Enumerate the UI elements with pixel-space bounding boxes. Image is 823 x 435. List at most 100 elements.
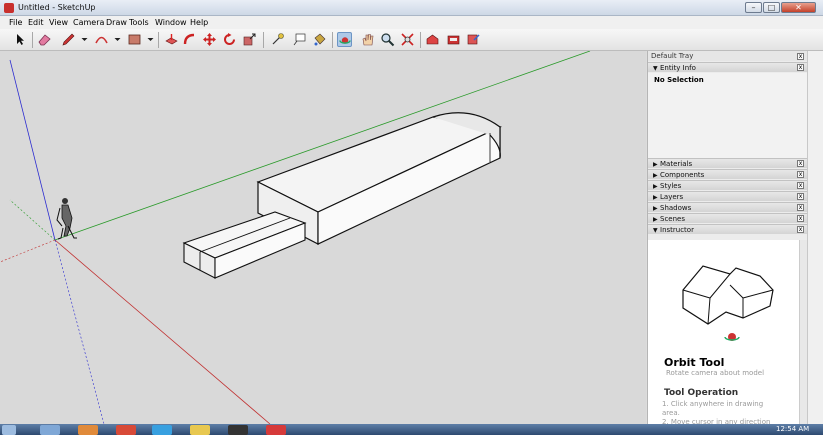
tray-close-icon[interactable]: x [797, 53, 804, 60]
panel-label: Instructor [660, 226, 694, 234]
chrome-icon[interactable] [116, 425, 136, 435]
panel-label: Entity Info [660, 64, 696, 72]
paint-bucket-tool-icon[interactable] [312, 32, 327, 47]
zoom-tool-icon[interactable] [380, 32, 395, 47]
tray-title: Default Tray [648, 51, 808, 61]
panel-close-icon[interactable]: x [797, 171, 804, 178]
blue-axis [9, 59, 56, 241]
terminal-icon[interactable] [228, 425, 248, 435]
panel-layers[interactable]: ▶ Layers [648, 191, 808, 201]
follow-me-tool-icon[interactable] [182, 32, 197, 47]
panel-shadows[interactable]: ▶ Shadows [648, 202, 808, 212]
panel-close-icon[interactable]: x [797, 215, 804, 222]
panel-close-icon[interactable]: x [797, 160, 804, 167]
instructor-step: 1. Click anywhere in drawing [662, 400, 764, 408]
blue-axis-dashed [54, 239, 105, 424]
menu-window[interactable]: Window [155, 18, 187, 27]
media-icon[interactable] [78, 425, 98, 435]
panel-components[interactable]: ▶ Components [648, 169, 808, 179]
component-warehouse-icon[interactable] [446, 32, 461, 47]
maximize-button[interactable]: □ [763, 2, 780, 13]
rectangle-tool-icon[interactable] [127, 32, 142, 47]
red-axis-dashed [0, 239, 56, 263]
arc-tool-icon[interactable] [94, 32, 109, 47]
pencil-tool-icon[interactable] [61, 32, 76, 47]
rotate-tool-icon[interactable] [222, 32, 237, 47]
text-tool-icon[interactable] [292, 32, 307, 47]
instructor-title: Orbit Tool [664, 356, 725, 369]
instructor-operation-heading: Tool Operation [664, 388, 739, 398]
menu-tools[interactable]: Tools [129, 18, 149, 27]
panel-label: Materials [660, 160, 693, 168]
pencil-dropdown-icon[interactable] [77, 32, 88, 47]
toolbar-separator [32, 32, 33, 48]
panel-label: Components [660, 171, 705, 179]
panel-scenes[interactable]: ▶ Scenes [648, 213, 808, 223]
toolbar-separator [158, 32, 159, 48]
panel-close-icon[interactable]: x [797, 182, 804, 189]
default-tray: Default Tray x ▼ Entity Info x No Selecti… [647, 51, 808, 426]
push-pull-tool-icon[interactable] [164, 32, 179, 47]
taskbar: 12:54 AM [0, 424, 823, 435]
instructor-step: area. [662, 409, 680, 417]
pan-tool-icon[interactable] [360, 32, 375, 47]
app-icon [4, 3, 14, 13]
menu-draw[interactable]: Draw [106, 18, 127, 27]
orbit-illustration [682, 265, 774, 341]
panel-materials[interactable]: ▶ Materials [648, 158, 808, 168]
component-house-icon[interactable] [425, 32, 440, 47]
panel-label: Layers [660, 193, 684, 201]
window-title: Untitled - SketchUp [18, 3, 96, 12]
panel-close-icon[interactable]: x [797, 226, 804, 233]
entity-info-body: No Selection [648, 73, 808, 161]
folder-icon[interactable] [190, 425, 210, 435]
title-bar: Untitled - SketchUp – □ ✕ [0, 0, 823, 16]
menu-file[interactable]: File [9, 18, 22, 27]
move-tool-icon[interactable] [202, 32, 217, 47]
model-front-slab[interactable] [182, 211, 307, 279]
toolbar-separator [332, 32, 333, 48]
instructor-body: Orbit Tool Rotate camera about model Too… [648, 240, 799, 426]
rectangle-dropdown-icon[interactable] [143, 32, 154, 47]
green-axis-dashed [9, 199, 56, 241]
sketchup-window: Untitled - SketchUp – □ ✕ File Edit View… [0, 0, 823, 435]
toolbar-separator [263, 32, 264, 48]
eraser-tool-icon[interactable] [37, 32, 52, 47]
menu-view[interactable]: View [49, 18, 68, 27]
orbit-tool-icon[interactable] [337, 32, 352, 47]
explorer-icon[interactable] [40, 425, 60, 435]
select-tool-icon[interactable] [13, 32, 28, 47]
chevron-down-icon: ▼ [653, 227, 658, 234]
panel-label: Styles [660, 182, 682, 190]
main-toolbar [0, 29, 823, 51]
taskbar-clock: 12:54 AM [776, 425, 810, 433]
zoom-extents-tool-icon[interactable] [400, 32, 415, 47]
drawing-area[interactable] [0, 51, 646, 424]
panel-close-icon[interactable]: x [797, 204, 804, 211]
scale-figure[interactable] [56, 198, 77, 240]
instructor-subtitle: Rotate camera about model [666, 369, 765, 377]
start-orb-icon[interactable] [2, 425, 16, 435]
menu-camera[interactable]: Camera [73, 18, 104, 27]
selection-status: No Selection [654, 76, 704, 84]
toolbar-separator [420, 32, 421, 48]
menu-bar: File Edit View Camera Draw Tools Window … [0, 16, 823, 29]
minimize-button[interactable]: – [745, 2, 762, 13]
panel-label: Scenes [660, 215, 685, 223]
sketchup-taskbar-icon[interactable] [266, 425, 286, 435]
panel-instructor[interactable]: ▼ Instructor [648, 224, 808, 234]
tape-measure-tool-icon[interactable] [270, 32, 285, 47]
panel-close-icon[interactable]: x [797, 64, 804, 71]
menu-help[interactable]: Help [190, 18, 208, 27]
panel-label: Shadows [660, 204, 692, 212]
close-button[interactable]: ✕ [781, 2, 816, 13]
panel-entity-info[interactable]: ▼ Entity Info [648, 62, 808, 72]
component-share-icon[interactable] [466, 32, 481, 47]
skype-icon[interactable] [152, 425, 172, 435]
arc-dropdown-icon[interactable] [110, 32, 121, 47]
scale-tool-icon[interactable] [242, 32, 257, 47]
panel-close-icon[interactable]: x [797, 193, 804, 200]
right-scroll-strip[interactable] [807, 51, 823, 424]
menu-edit[interactable]: Edit [28, 18, 44, 27]
panel-styles[interactable]: ▶ Styles [648, 180, 808, 190]
